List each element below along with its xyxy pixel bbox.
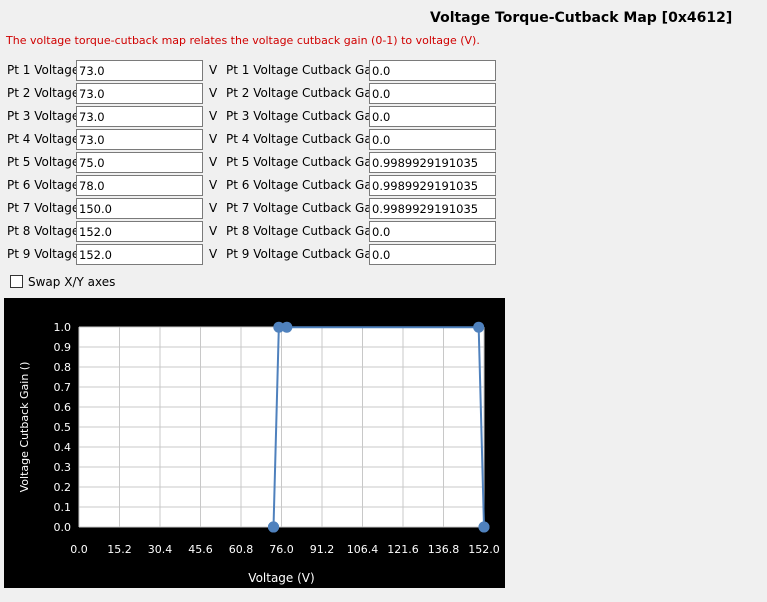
pt4-gain-input[interactable]: [369, 129, 496, 150]
y-tick-label: 0.8: [54, 361, 72, 374]
pt9-gain-input[interactable]: [369, 244, 496, 265]
pt2-gain-label: Pt 2 Voltage Cutback Gain: [226, 86, 383, 100]
pt4-gain-label: Pt 4 Voltage Cutback Gain: [226, 132, 383, 146]
pt3-gain-label: Pt 3 Voltage Cutback Gain: [226, 109, 383, 123]
pt7-gain-label: Pt 7 Voltage Cutback Gain: [226, 201, 383, 215]
pt2-voltage-label: Pt 2 Voltage: [7, 86, 80, 100]
pt1-gain-label: Pt 1 Voltage Cutback Gain: [226, 63, 383, 77]
y-tick-label: 0.2: [54, 481, 72, 494]
pt1-voltage-input[interactable]: [76, 60, 203, 81]
pt1-voltage-unit: V: [209, 63, 218, 77]
point-row-4: Pt 4 Voltage V Pt 4 Voltage Cutback Gain: [0, 129, 767, 150]
pt4-voltage-input[interactable]: [76, 129, 203, 150]
y-tick-label: 0.4: [54, 441, 72, 454]
y-axis-title: Voltage Cutback Gain (): [18, 362, 31, 493]
pt3-voltage-label: Pt 3 Voltage: [7, 109, 80, 123]
pt9-voltage-input[interactable]: [76, 244, 203, 265]
x-tick-label: 45.6: [188, 543, 213, 556]
x-tick-label: 121.6: [387, 543, 419, 556]
point-row-9: Pt 9 Voltage V Pt 9 Voltage Cutback Gain: [0, 244, 767, 265]
x-tick-label: 0.0: [70, 543, 88, 556]
point-row-5: Pt 5 Voltage V Pt 5 Voltage Cutback Gain: [0, 152, 767, 173]
x-tick-label: 30.4: [148, 543, 173, 556]
x-tick-label: 60.8: [229, 543, 254, 556]
pt8-voltage-unit: V: [209, 224, 218, 238]
pt6-voltage-unit: V: [209, 178, 218, 192]
point-row-3: Pt 3 Voltage V Pt 3 Voltage Cutback Gain: [0, 106, 767, 127]
data-point: [478, 521, 490, 533]
pt5-voltage-unit: V: [209, 155, 218, 169]
y-tick-label: 0.5: [54, 421, 72, 434]
pt9-voltage-unit: V: [209, 247, 218, 261]
pt5-voltage-label: Pt 5 Voltage: [7, 155, 80, 169]
swap-axes-label: Swap X/Y axes: [28, 275, 116, 289]
x-tick-label: 152.0: [468, 543, 500, 556]
pt5-voltage-input[interactable]: [76, 152, 203, 173]
pt6-gain-input[interactable]: [369, 175, 496, 196]
x-axis-title: Voltage (V): [248, 571, 314, 585]
y-tick-label: 1.0: [54, 321, 72, 334]
x-tick-label: 15.2: [107, 543, 132, 556]
x-tick-label: 106.4: [347, 543, 379, 556]
pt9-gain-label: Pt 9 Voltage Cutback Gain: [226, 247, 383, 261]
pt3-voltage-unit: V: [209, 109, 218, 123]
point-row-2: Pt 2 Voltage V Pt 2 Voltage Cutback Gain: [0, 83, 767, 104]
pt4-voltage-unit: V: [209, 132, 218, 146]
pt3-voltage-input[interactable]: [76, 106, 203, 127]
swap-axes-checkbox[interactable]: [10, 275, 23, 288]
pt8-gain-label: Pt 8 Voltage Cutback Gain: [226, 224, 383, 238]
pt7-voltage-label: Pt 7 Voltage: [7, 201, 80, 215]
point-row-8: Pt 8 Voltage V Pt 8 Voltage Cutback Gain: [0, 221, 767, 242]
pt8-gain-input[interactable]: [369, 221, 496, 242]
point-row-6: Pt 6 Voltage V Pt 6 Voltage Cutback Gain: [0, 175, 767, 196]
y-tick-label: 0.9: [54, 341, 72, 354]
voltage-cutback-chart: 0.0 0.1 0.2 0.3 0.4 0.5 0.6 0.7 0.8 0.9 1.0 0.0 15.2…: [4, 298, 505, 588]
page-description: The voltage torque-cutback map relates t…: [6, 34, 480, 47]
data-point: [473, 321, 485, 333]
page-title: Voltage Torque-Cutback Map [0x4612]: [430, 10, 733, 26]
y-tick-label: 0.3: [54, 461, 72, 474]
pt7-voltage-unit: V: [209, 201, 218, 215]
pt7-voltage-input[interactable]: [76, 198, 203, 219]
pt1-gain-input[interactable]: [369, 60, 496, 81]
pt8-voltage-input[interactable]: [76, 221, 203, 242]
data-point: [281, 321, 293, 333]
x-tick-label: 91.2: [310, 543, 335, 556]
chart-canvas: 0.0 0.1 0.2 0.3 0.4 0.5 0.6 0.7 0.8 0.9 1.0 0.0 15.2…: [18, 321, 500, 585]
y-tick-label: 0.1: [54, 501, 72, 514]
x-tick-label: 76.0: [269, 543, 294, 556]
pt6-voltage-label: Pt 6 Voltage: [7, 178, 80, 192]
pt5-gain-label: Pt 5 Voltage Cutback Gain: [226, 155, 383, 169]
point-row-1: Pt 1 Voltage V Pt 1 Voltage Cutback Gain: [0, 60, 767, 81]
data-point: [268, 521, 280, 533]
pt2-voltage-input[interactable]: [76, 83, 203, 104]
x-tick-label: 136.8: [428, 543, 460, 556]
pt5-gain-input[interactable]: [369, 152, 496, 173]
y-tick-label: 0.0: [54, 521, 72, 534]
y-tick-label: 0.6: [54, 401, 72, 414]
pt6-voltage-input[interactable]: [76, 175, 203, 196]
pt8-voltage-label: Pt 8 Voltage: [7, 224, 80, 238]
pt2-voltage-unit: V: [209, 86, 218, 100]
point-row-7: Pt 7 Voltage V Pt 7 Voltage Cutback Gain: [0, 198, 767, 219]
pt9-voltage-label: Pt 9 Voltage: [7, 247, 80, 261]
pt1-voltage-label: Pt 1 Voltage: [7, 63, 80, 77]
pt3-gain-input[interactable]: [369, 106, 496, 127]
y-tick-label: 0.7: [54, 381, 72, 394]
pt6-gain-label: Pt 6 Voltage Cutback Gain: [226, 178, 383, 192]
pt7-gain-input[interactable]: [369, 198, 496, 219]
pt4-voltage-label: Pt 4 Voltage: [7, 132, 80, 146]
pt2-gain-input[interactable]: [369, 83, 496, 104]
